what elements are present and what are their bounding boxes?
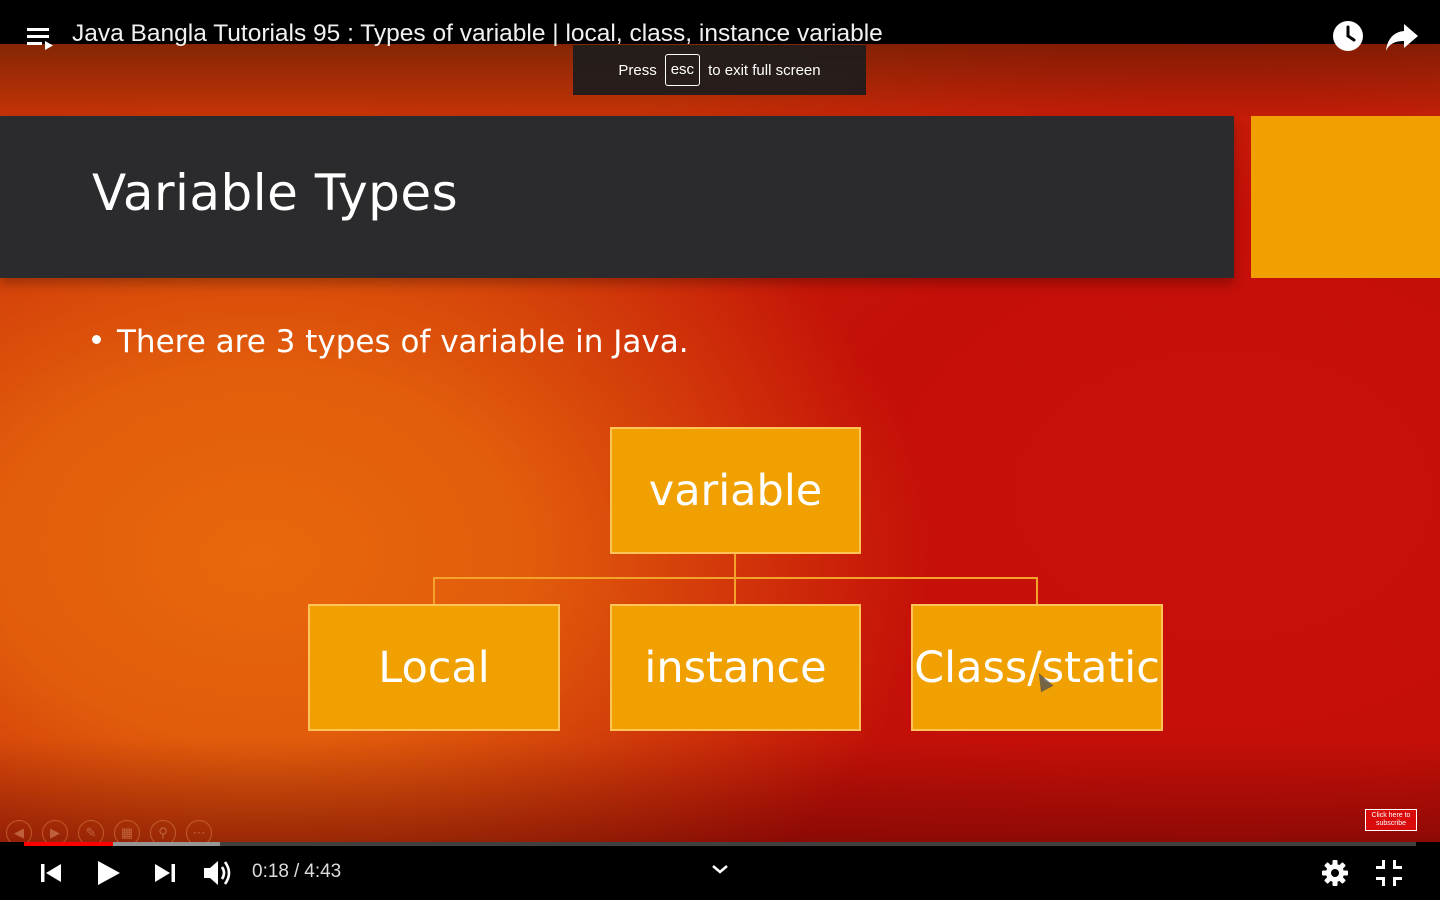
current-time: 0:18	[252, 861, 289, 882]
esc-key-badge: esc	[664, 54, 701, 86]
slide-bullet-text: There are 3 types of variable in Java.	[117, 324, 689, 360]
bullet-dot-icon	[92, 335, 101, 344]
diagram-connector-right	[1036, 577, 1038, 605]
diagram-box-class-static: Class/static	[911, 604, 1163, 731]
time-separator: /	[293, 861, 300, 882]
toast-suffix-text: to exit full screen	[708, 61, 821, 79]
share-arrow-icon[interactable]	[1384, 18, 1420, 54]
clock-icon[interactable]	[1330, 18, 1366, 54]
video-frame[interactable]: Variable Types There are 3 types of vari…	[0, 0, 1440, 900]
diagram-box-variable: variable	[610, 427, 861, 554]
diagram-connector-left	[433, 577, 435, 605]
toast-press-text: Press	[618, 61, 657, 79]
subscribe-badge[interactable]: Click here to subscribe	[1365, 809, 1417, 831]
volume-icon[interactable]	[200, 855, 236, 891]
diagram-box-instance: instance	[610, 604, 861, 731]
diagram-connector-vertical-root	[734, 553, 736, 579]
video-player[interactable]: Variable Types There are 3 types of vari…	[0, 0, 1440, 900]
playlist-menu-icon[interactable]	[24, 24, 54, 52]
progress-bar[interactable]	[24, 842, 1416, 846]
diagram-connector-middle	[734, 577, 736, 605]
time-display: 0:18/4:43	[252, 861, 341, 883]
slide-bullet: There are 3 types of variable in Java.	[92, 324, 689, 360]
settings-gear-icon[interactable]	[1318, 856, 1352, 890]
next-icon[interactable]	[150, 858, 180, 888]
play-icon[interactable]	[92, 856, 124, 890]
slide-title: Variable Types	[92, 164, 459, 222]
previous-icon[interactable]	[36, 858, 66, 888]
progress-played	[24, 842, 114, 846]
video-title[interactable]: Java Bangla Tutorials 95 : Types of vari…	[72, 20, 883, 48]
duration: 4:43	[304, 861, 342, 882]
fullscreen-exit-toast: Press esc to exit full screen	[573, 45, 866, 95]
chevron-down-icon[interactable]	[708, 860, 732, 878]
diagram-box-local: Local	[308, 604, 560, 731]
exit-fullscreen-icon[interactable]	[1372, 856, 1406, 890]
slide-title-accent	[1251, 116, 1440, 278]
